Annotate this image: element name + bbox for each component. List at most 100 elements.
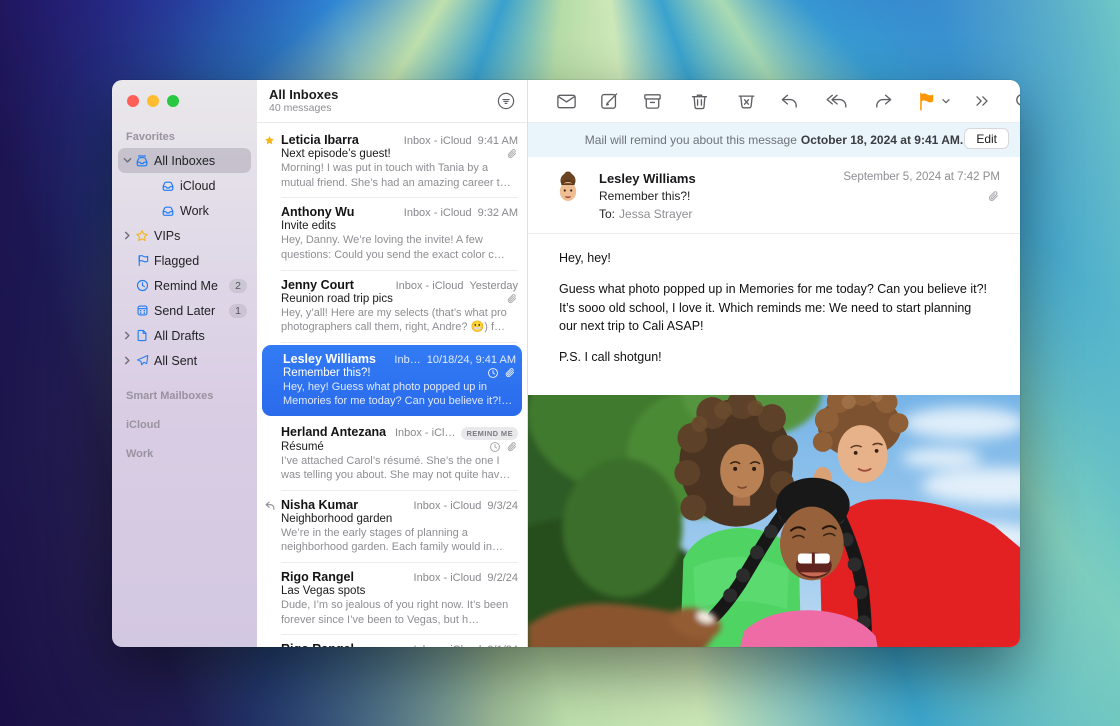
avatar [550,171,586,207]
message-view-pane: Mail will remind you about this message … [528,80,1020,647]
clock-icon [489,441,501,453]
message-subject: Remember this?! [599,189,843,203]
sidebar-item-send-later[interactable]: Send Later 1 [118,298,251,323]
time: Yesterday [469,280,518,292]
to-label: To: [599,207,615,221]
sidebar-item-all-inboxes[interactable]: All Inboxes [118,148,251,173]
subject: Remember this?! [283,367,487,379]
message-row-selected[interactable]: Lesley Williams Inb…10/18/24, 9:41 AM Re… [262,345,522,416]
preview: Dude, I’m so jealous of you right now. I… [281,598,518,627]
time: 9:41 AM [478,135,518,147]
get-mail-envelope-icon[interactable] [545,90,588,113]
zoom-window-button[interactable] [167,95,179,107]
message-row[interactable]: Anthony Wu Inbox - iCloud9:32 AM Invite … [257,198,527,270]
favorites-section-label: Favorites [126,131,257,143]
forward-icon[interactable] [862,90,905,113]
message-row[interactable]: Jenny Court Inbox - iCloudYesterday Reun… [257,271,527,343]
sender: Anthony Wu [281,205,354,219]
time: 9/2/24 [487,572,518,584]
flag-icon [134,254,150,267]
document-icon [134,329,150,342]
work-section-label[interactable]: Work [126,448,257,460]
flag-icon[interactable] [905,90,940,113]
subject: Neighborhood garden [281,513,518,525]
paperclip-icon [504,367,516,379]
window-controls [112,80,257,107]
sidebar-item-flagged[interactable]: Flagged [118,248,251,273]
compose-icon[interactable] [588,90,631,113]
sender: Nisha Kumar [281,498,358,512]
sidebar-item-label: Remind Me [154,279,218,293]
inbox-tray-icon [160,179,176,193]
icloud-section-label[interactable]: iCloud [126,419,257,431]
chevron-right-icon[interactable] [121,231,134,240]
sidebar-item-remind-me[interactable]: Remind Me 2 [118,273,251,298]
preview: We’re in the early stages of planning a … [281,526,518,555]
star-icon [134,229,150,243]
recipient[interactable]: Jessa Strayer [619,207,692,221]
all-inboxes-tray-icon [134,154,150,168]
archive-icon[interactable] [631,90,674,113]
sidebar-item-label: Work [180,204,209,218]
replied-arrow-icon [264,498,281,563]
message-list: Leticia Ibarra Inbox - iCloud9:41 AM Nex… [257,123,527,647]
sidebar-item-all-drafts[interactable]: All Drafts [118,323,251,348]
desktop-wallpaper: { "colors":{"accent":"#1f7bf4","selectio… [0,0,1120,726]
body-paragraph: Hey, hey! [559,249,992,268]
message-row[interactable]: Nisha Kumar Inbox - iCloud9/3/24 Neighbo… [257,491,527,563]
reminder-date: October 18, 2024 at 9:41 AM. [801,133,963,147]
message-row[interactable]: Herland Antezana Inbox - iCl…REMIND ME R… [257,418,527,491]
sidebar-item-label: iCloud [180,179,215,193]
sidebar-item-icloud-inbox[interactable]: iCloud [118,173,251,198]
mailbox-label: Inbox - iCloud [414,572,482,584]
sidebar-item-label: VIPs [154,229,180,243]
sender: Lesley Williams [283,352,376,366]
sidebar-item-vips[interactable]: VIPs [118,223,251,248]
message-count: 40 messages [269,102,338,114]
filter-icon[interactable] [495,90,517,112]
inbox-tray-icon [160,204,176,218]
trash-icon[interactable] [678,90,721,113]
close-window-button[interactable] [127,95,139,107]
time: 9/3/24 [487,500,518,512]
message-row[interactable]: Rigo Rangel Inbox - iCloud 9/2/24 Las Veg… [257,563,527,635]
mailbox-label: Inbox - iCloud [414,644,482,647]
message-header: Lesley Williams Remember this?! To:Jessa… [528,157,1020,234]
sidebar-item-work-inbox[interactable]: Work [118,198,251,223]
message-row[interactable]: Leticia Ibarra Inbox - iCloud9:41 AM Nex… [257,126,527,198]
reply-icon[interactable] [768,90,811,113]
message-list-pane: All Inboxes 40 messages Leticia Ibarra I… [257,80,528,647]
preview: Hey, hey! Guess what photo popped up in … [283,380,516,409]
sender: Herland Antezana [281,425,386,439]
reminder-banner: Mail will remind you about this message … [528,123,1020,157]
message-row[interactable]: Rigo Rangel Inbox - iCloud9/1/24 [257,635,527,647]
sidebar-item-all-sent[interactable]: All Sent [118,348,251,373]
photo-attachment[interactable] [528,395,1020,647]
subject: Next episode’s guest! [281,148,506,160]
junk-icon[interactable] [725,90,768,113]
mailbox-label: Inbox - iCl… [395,427,456,439]
paperclip-icon [506,441,518,453]
smart-mailboxes-section-label[interactable]: Smart Mailboxes [126,390,257,402]
paperplane-icon [134,354,150,367]
more-chevrons-icon[interactable] [962,91,1002,111]
edit-reminder-button[interactable]: Edit [964,128,1009,149]
reminder-text: Mail will remind you about this message [585,133,797,147]
sender: Rigo Rangel [281,570,354,584]
time: 9:32 AM [478,207,518,219]
paperclip-icon[interactable] [843,190,1000,203]
preview: Hey, y’all! Here are my selects (that’s … [281,306,518,335]
sidebar: Favorites All Inboxes iCloud Work [112,80,257,647]
message-list-header: All Inboxes 40 messages [257,80,527,123]
chevron-down-icon[interactable] [121,156,134,165]
reply-all-icon[interactable] [815,90,858,113]
chevron-right-icon[interactable] [121,331,134,340]
remind-me-badge: REMIND ME [461,427,518,440]
chevron-down-icon[interactable] [940,95,962,107]
subject: Las Vegas spots [281,585,518,597]
scheduled-count-badge: 1 [229,304,247,318]
chevron-right-icon[interactable] [121,356,134,365]
search-icon[interactable] [1002,90,1020,112]
unread-count-badge: 2 [229,279,247,293]
minimize-window-button[interactable] [147,95,159,107]
